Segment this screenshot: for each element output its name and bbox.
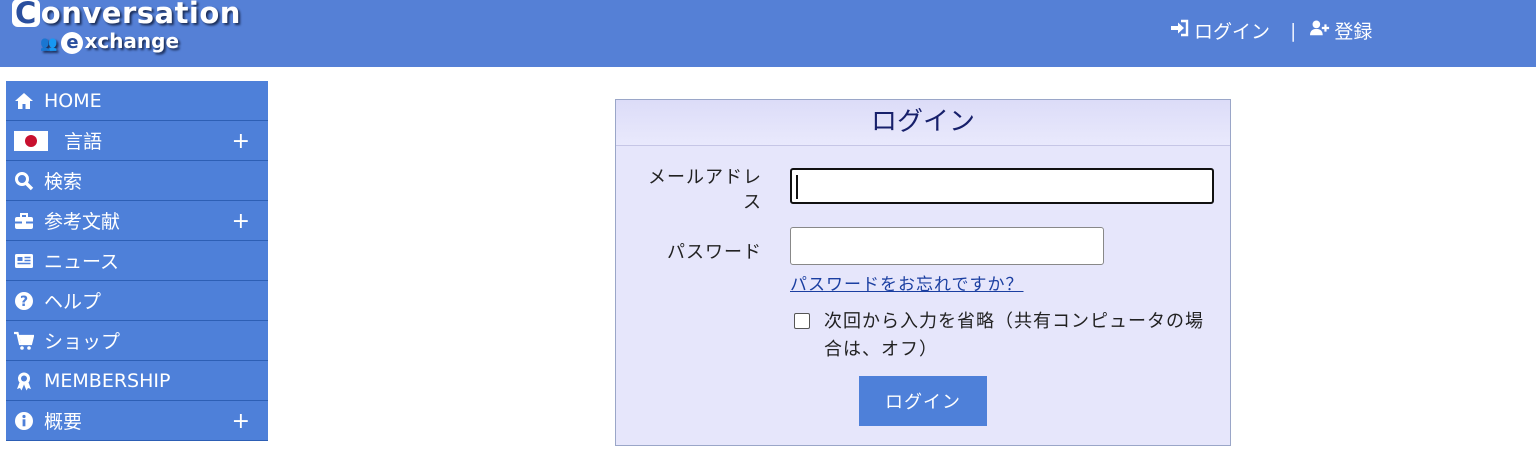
sidebar-item-home[interactable]: HOME — [6, 81, 268, 121]
newspaper-icon — [14, 251, 34, 271]
sidebar-item-label: ヘルプ — [44, 291, 102, 313]
logo-text-1: onversation — [40, 0, 241, 30]
question-circle-icon: ? — [14, 291, 34, 311]
forgot-password-link[interactable]: パスワードをお忘れですか？ — [790, 270, 1024, 295]
sidebar-item-label: ショップ — [44, 331, 121, 353]
password-field[interactable] — [790, 227, 1104, 265]
nav-login-label: ログイン — [1194, 21, 1271, 43]
toolbox-icon — [14, 211, 34, 231]
home-icon — [14, 91, 34, 111]
conversation-exchange-logo[interactable]: Conversation 👥 e xchange — [8, 0, 258, 64]
logo-text-2: xchange — [84, 29, 180, 53]
expand-icon[interactable]: + — [232, 409, 250, 434]
text-caret — [796, 175, 798, 199]
award-icon — [14, 371, 34, 391]
logo-line-1: Conversation — [12, 0, 241, 30]
email-label: メールアドレ ス — [622, 165, 762, 215]
nav-login-link[interactable]: ログイン — [1170, 17, 1270, 44]
sidebar-item-label: ニュース — [44, 251, 120, 273]
login-panel: ログイン メールアドレ ス パスワード パスワードをお忘れですか？ 次回から入力… — [615, 99, 1231, 446]
top-nav: ログイン | 登録 — [1170, 17, 1372, 44]
site-header: Conversation 👥 e xchange ログイン | 登録 — [0, 0, 1536, 67]
sidebar-item-membership[interactable]: MEMBERSHIP — [6, 361, 268, 401]
svg-text:?: ? — [20, 294, 28, 310]
sidebar-item-search[interactable]: 検索 — [6, 161, 268, 201]
sidebar-item-references[interactable]: 参考文献 + — [6, 201, 268, 241]
nav-register-link[interactable]: 登録 — [1310, 17, 1372, 44]
sidebar-item-news[interactable]: ニュース — [6, 241, 268, 281]
sidebar-item-label: 参考文献 — [44, 211, 121, 233]
search-icon — [14, 171, 34, 191]
sign-in-icon — [1170, 19, 1190, 42]
sidebar-item-about[interactable]: 概要 + — [6, 401, 268, 441]
email-label-line-2: ス — [743, 192, 762, 213]
email-label-line-1: メールアドレ — [648, 167, 762, 188]
japan-flag-icon — [14, 130, 48, 151]
nav-register-label: 登録 — [1334, 21, 1373, 43]
remember-me-checkbox[interactable] — [794, 313, 810, 329]
nav-separator: | — [1290, 19, 1297, 42]
info-circle-icon — [14, 411, 34, 431]
sidebar-item-help[interactable]: ? ヘルプ — [6, 281, 268, 321]
sidebar-item-language[interactable]: 言語 + — [6, 121, 268, 161]
password-label: パスワード — [667, 242, 762, 263]
email-field[interactable] — [790, 168, 1214, 204]
sidebar-item-label: 概要 — [44, 411, 83, 433]
logo-cap-e: e — [61, 32, 84, 54]
logo-line-2: 👥 e xchange — [40, 29, 179, 54]
login-title: ログイン — [616, 100, 1230, 146]
sidebar-item-label: 検索 — [44, 171, 83, 193]
remember-me-label[interactable]: 次回から入力を省略（共有コンピュータの場合は、オフ） — [824, 308, 1214, 364]
sidebar-menu: HOME 言語 + 検索 参考文献 + ニュース ? ヘルプ ショップ MEMB… — [6, 81, 268, 441]
expand-icon[interactable]: + — [232, 209, 250, 234]
sidebar-item-shop[interactable]: ショップ — [6, 321, 268, 361]
people-icon: 👥 — [40, 36, 58, 52]
sidebar-item-label: 言語 — [64, 131, 103, 153]
expand-icon[interactable]: + — [232, 129, 250, 154]
login-submit-button[interactable]: ログイン — [859, 376, 987, 426]
sidebar-item-label: HOME — [44, 89, 102, 112]
sidebar-item-label: MEMBERSHIP — [44, 369, 171, 392]
user-plus-icon — [1310, 19, 1330, 42]
logo-cap-c: C — [12, 0, 40, 28]
cart-icon — [14, 331, 34, 351]
